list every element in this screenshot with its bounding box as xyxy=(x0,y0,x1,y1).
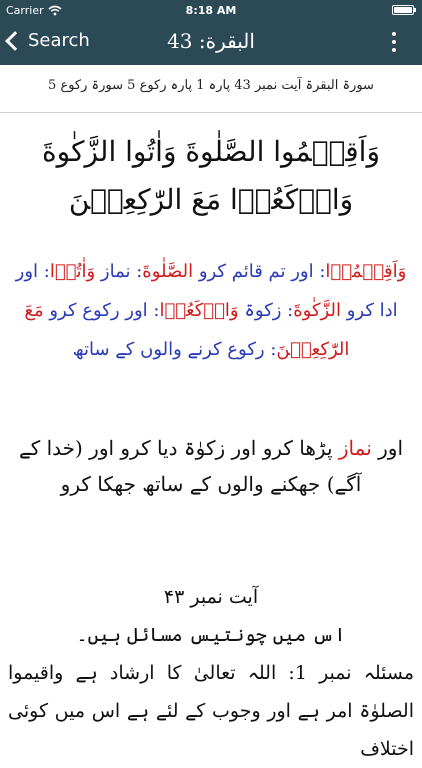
wbw-item: الرّٰكِعِيۡنَ: رکوع کرنے والوں کے ساتھ xyxy=(72,339,350,360)
wbw-item: وَارۡكَعُوۡا: اور رکوع کرو xyxy=(49,300,239,321)
verse-reference: سورۃ البقرۃ آیت نمبر 43 پارہ 1 پارہ رکوع… xyxy=(48,78,374,93)
page-title: البقرة: 43 xyxy=(167,29,255,53)
battery-icon xyxy=(392,5,416,15)
wbw-item: الزَّكٰوةَ: زکوۃ xyxy=(244,300,341,321)
tafsir-body: مسئلہ نمبر 1: اللہ تعالیٰ کا ارشاد ہے وا… xyxy=(8,662,414,760)
tafsir-intro: اس میں چونتیس مسائل ہیں۔ xyxy=(76,624,346,646)
arabic-verse: وَاَقِيۡمُوا الصَّلٰوةَ وَاٰتُوا الزَّكٰ… xyxy=(42,135,380,216)
more-options-icon[interactable] xyxy=(392,32,396,52)
navigation-bar: Carrier 8:18 AM Search البقرة: 43 xyxy=(0,0,422,65)
wbw-item: الصَّلٰوةَ: نماز xyxy=(100,261,194,282)
nav-row: Search البقرة: 43 xyxy=(0,22,422,65)
status-time: 8:18 AM xyxy=(185,4,237,17)
wbw-item: مَعَ xyxy=(24,300,44,321)
status-bar: Carrier 8:18 AM xyxy=(0,0,422,22)
tafsir-section: آیت نمبر ۴۳ اس میں چونتیس مسائل ہیں۔ مسئ… xyxy=(8,578,414,768)
wbw-item: وَاَقِيۡمُوۡا: اور تم قائم کرو xyxy=(198,261,407,282)
urdu-translation: اور نماز پڑھا کرو اور زکوٰۃ دیا کرو اور … xyxy=(18,436,404,496)
tafsir-heading: آیت نمبر ۴۳ xyxy=(163,586,259,608)
divider xyxy=(0,112,422,113)
word-by-word-translation: وَاَقِيۡمُوۡا: اور تم قائم کرو الصَّلٰوة… xyxy=(10,252,412,369)
